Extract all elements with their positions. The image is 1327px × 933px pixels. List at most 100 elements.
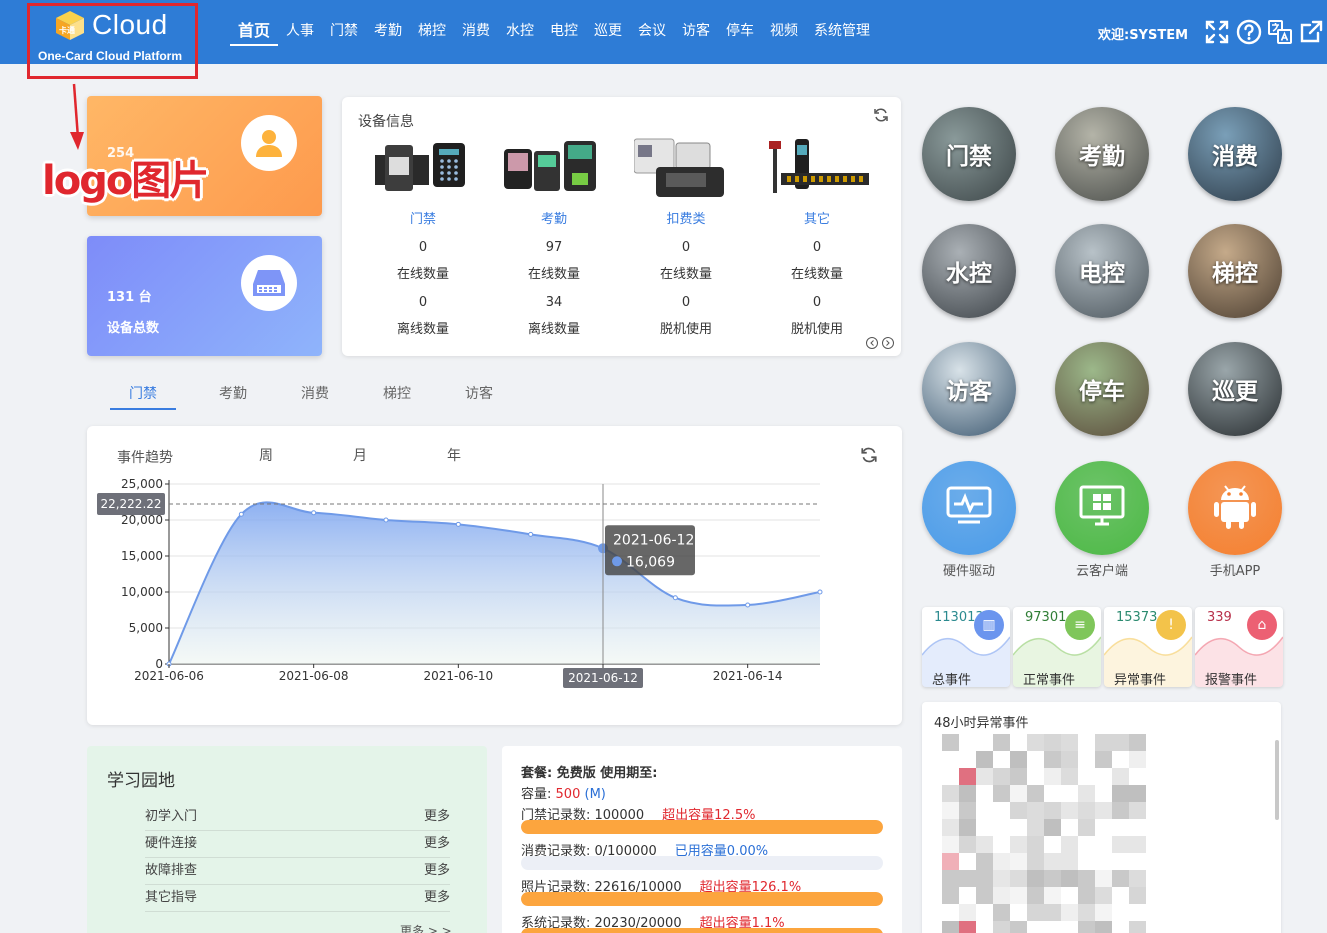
refresh-icon[interactable] bbox=[873, 107, 889, 123]
module-tile-4[interactable]: 电控 bbox=[1055, 224, 1149, 318]
device-type-name[interactable]: 其它 bbox=[757, 208, 877, 227]
warning-icon: ! bbox=[1156, 610, 1186, 640]
event-card-1[interactable]: 97301 ≡ 正常事件 bbox=[1013, 607, 1101, 687]
study-row-3[interactable]: 其它指导 更多 bbox=[145, 885, 450, 912]
device-icon bbox=[241, 255, 297, 311]
event-count: 97301 bbox=[1025, 610, 1067, 625]
nav-item-9[interactable]: 会议 bbox=[630, 20, 674, 46]
module-tile-0[interactable]: 门禁 bbox=[922, 107, 1016, 201]
nav-item-12[interactable]: 视频 bbox=[762, 20, 806, 46]
module-tile-3[interactable]: 水控 bbox=[922, 224, 1016, 318]
scrollbar[interactable] bbox=[1275, 740, 1279, 820]
device-column-1[interactable]: 考勤 97 在线数量 34 离线数量 bbox=[494, 137, 614, 337]
data-point[interactable] bbox=[383, 517, 389, 523]
nav-item-7[interactable]: 电控 bbox=[542, 20, 586, 46]
nav-item-1[interactable]: 人事 bbox=[278, 20, 322, 46]
study-panel: 学习园地 更多 > > 初学入门 更多 硬件连接 更多 故障排查 更多 其它指导 更多 bbox=[87, 746, 487, 933]
mark-line-label: 22,222.22 bbox=[100, 497, 161, 511]
data-point[interactable] bbox=[817, 589, 823, 595]
nav-item-13[interactable]: 系统管理 bbox=[806, 20, 878, 46]
device-value-2: 34 bbox=[545, 295, 563, 310]
module-tile-label: 考勤 bbox=[1079, 144, 1125, 170]
device-type-name[interactable]: 门禁 bbox=[363, 208, 483, 227]
nav-item-2[interactable]: 门禁 bbox=[322, 20, 366, 46]
nav-item-8[interactable]: 巡更 bbox=[586, 20, 630, 46]
device-image-icon bbox=[504, 141, 596, 191]
study-more-all-link[interactable]: 更多 > > bbox=[400, 922, 452, 933]
carousel-nav-icon[interactable] bbox=[865, 336, 895, 350]
device-label-1: 在线数量 bbox=[527, 267, 580, 282]
nav-item-5[interactable]: 消费 bbox=[454, 20, 498, 46]
device-type-name[interactable]: 考勤 bbox=[494, 208, 614, 227]
tab-0[interactable]: 门禁 bbox=[110, 383, 176, 410]
study-row-more-link[interactable]: 更多 bbox=[424, 804, 450, 830]
nav-item-11[interactable]: 停车 bbox=[718, 20, 762, 46]
event-trend-chart[interactable]: 05,00010,00015,00020,00025,0002021-06-06… bbox=[87, 426, 902, 725]
device-image-icon bbox=[769, 139, 869, 193]
event-card-2[interactable]: 15373! 异常事件 bbox=[1104, 607, 1192, 687]
help-icon[interactable] bbox=[1236, 19, 1262, 45]
event-card-0[interactable]: 113013 ▥ 总事件 bbox=[922, 607, 1010, 687]
study-row-more-link[interactable]: 更多 bbox=[424, 831, 450, 857]
module-tile-2[interactable]: 消费 bbox=[1188, 107, 1282, 201]
axis-pointer-label: 2021-06-12 bbox=[568, 671, 638, 685]
abnormal-events-title: 48小时异常事件 bbox=[934, 716, 1029, 731]
app-tile-2[interactable] bbox=[1188, 461, 1282, 555]
capacity-label: 容量: bbox=[521, 787, 552, 802]
device-info-panel: 设备信息 门禁 0 在线数量 0 离线数量 考勤 97 在线数量 34 离线数量 扣费类 0 在线数量 0… bbox=[342, 97, 901, 356]
tab-2[interactable]: 消费 bbox=[274, 383, 356, 410]
nav-item-0[interactable]: 首页 bbox=[230, 20, 279, 46]
record-progress-fill bbox=[521, 892, 883, 906]
external-link-icon[interactable] bbox=[1298, 19, 1324, 45]
tab-1[interactable]: 考勤 bbox=[192, 383, 274, 410]
user-icon bbox=[241, 115, 297, 171]
record-progress-fill bbox=[521, 928, 883, 933]
nav-item-6[interactable]: 水控 bbox=[498, 20, 542, 46]
study-row-more-link[interactable]: 更多 bbox=[424, 885, 450, 911]
package-plan: 套餐: 免费版 使用期至: bbox=[521, 766, 658, 781]
study-row-2[interactable]: 故障排查 更多 bbox=[145, 858, 450, 885]
device-type-name[interactable]: 扣费类 bbox=[626, 208, 746, 227]
device-label-2: 离线数量 bbox=[396, 322, 449, 337]
tab-3[interactable]: 梯控 bbox=[356, 383, 438, 410]
event-card-3[interactable]: 339 ⌂ 报警事件 bbox=[1195, 607, 1283, 687]
app-tile-0[interactable] bbox=[922, 461, 1016, 555]
module-tile-7[interactable]: 停车 bbox=[1055, 342, 1149, 436]
data-point[interactable] bbox=[455, 521, 461, 527]
tab-4[interactable]: 访客 bbox=[438, 383, 520, 410]
record-progress-bar bbox=[521, 856, 883, 870]
alarm-icon: ⌂ bbox=[1247, 610, 1277, 640]
logo-highlight-box[interactable]: 卡通 Cloud One-Card Cloud Platform bbox=[27, 3, 198, 79]
data-point[interactable] bbox=[672, 595, 678, 601]
data-point[interactable] bbox=[528, 531, 534, 537]
fullscreen-icon[interactable] bbox=[1204, 19, 1230, 45]
study-row-0[interactable]: 初学入门 更多 bbox=[145, 804, 450, 831]
nav-item-3[interactable]: 考勤 bbox=[366, 20, 410, 46]
data-point[interactable] bbox=[311, 510, 317, 516]
study-row-label[interactable]: 硬件连接 bbox=[145, 836, 197, 851]
nav-item-4[interactable]: 梯控 bbox=[410, 20, 454, 46]
tooltip-value: 16,069 bbox=[626, 554, 675, 570]
study-row-label[interactable]: 其它指导 bbox=[145, 890, 197, 905]
y-tick-label: 25,000 bbox=[121, 477, 163, 491]
study-row-more-link[interactable]: 更多 bbox=[424, 858, 450, 884]
module-tile-8[interactable]: 巡更 bbox=[1188, 342, 1282, 436]
nav-item-10[interactable]: 访客 bbox=[674, 20, 718, 46]
study-row-label[interactable]: 初学入门 bbox=[145, 809, 197, 824]
module-tile-5[interactable]: 梯控 bbox=[1188, 224, 1282, 318]
study-row-1[interactable]: 硬件连接 更多 bbox=[145, 831, 450, 858]
device-column-3[interactable]: 其它 0 在线数量 0 脱机使用 bbox=[757, 137, 877, 337]
app-tile-1[interactable] bbox=[1055, 461, 1149, 555]
data-point[interactable] bbox=[745, 602, 751, 608]
data-point[interactable] bbox=[238, 511, 244, 517]
study-row-label[interactable]: 故障排查 bbox=[145, 863, 197, 878]
device-label-2: 脱机使用 bbox=[659, 322, 712, 337]
device-column-0[interactable]: 门禁 0 在线数量 0 离线数量 bbox=[363, 137, 483, 337]
stat-card-devices[interactable]: 131 台 设备总数 bbox=[87, 236, 322, 356]
device-column-2[interactable]: 扣费类 0 在线数量 0 脱机使用 bbox=[626, 137, 746, 337]
translate-icon[interactable] bbox=[1267, 19, 1293, 45]
module-tile-1[interactable]: 考勤 bbox=[1055, 107, 1149, 201]
record-progress-bar bbox=[521, 928, 883, 933]
module-tile-6[interactable]: 访客 bbox=[922, 342, 1016, 436]
device-value-1: 0 bbox=[418, 240, 428, 255]
